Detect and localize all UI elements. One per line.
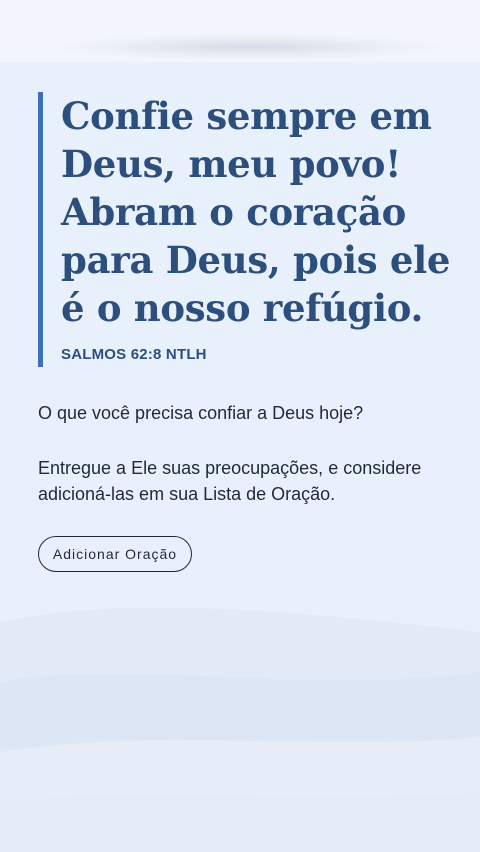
devotional-card: Confie sempre em Deus, meu povo! Abram o… [0,62,480,852]
reflection-question: O que você precisa confiar a Deus hoje? [38,403,364,423]
verse-reference: SALMOS 62:8 NTLH [61,346,207,363]
top-blurred-header [0,0,480,62]
add-prayer-button[interactable]: Adicionar Oração [38,536,192,572]
reflection-body: Entregue a Ele suas preocupações, e cons… [38,458,422,504]
verse-text: Confie sempre em Deus, meu povo! Abram o… [61,94,451,330]
background-waves [0,607,480,852]
verse-quote: Confie sempre em Deus, meu povo! Abram o… [38,92,468,367]
